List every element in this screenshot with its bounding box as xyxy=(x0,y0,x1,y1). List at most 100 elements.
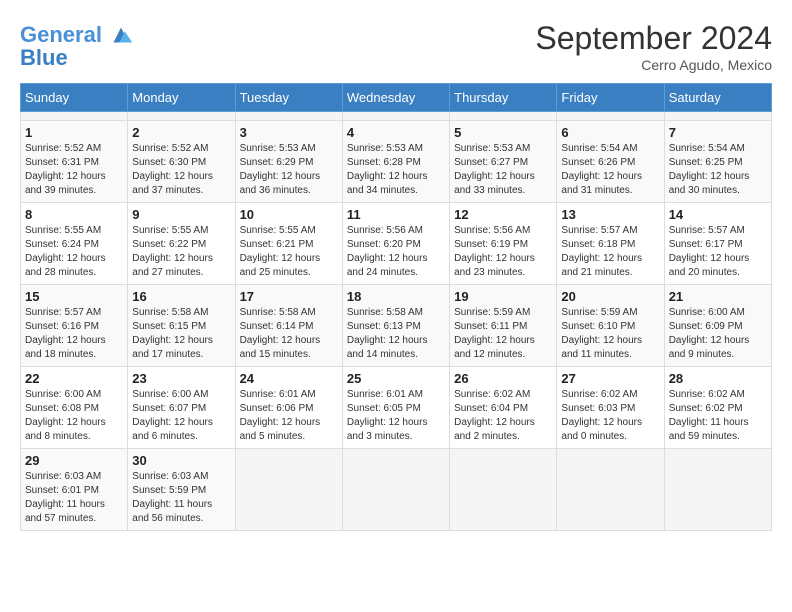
day-info: Sunrise: 5:53 AMSunset: 6:29 PMDaylight:… xyxy=(240,142,338,198)
calendar-cell: 27 Sunrise: 6:02 AMSunset: 6:03 PMDayligh… xyxy=(557,367,664,449)
calendar-cell xyxy=(664,449,771,531)
day-info: Sunrise: 5:56 AMSunset: 6:20 PMDaylight:… xyxy=(347,224,445,280)
day-info: Sunrise: 6:01 AMSunset: 6:06 PMDaylight:… xyxy=(240,388,338,444)
logo: General Blue xyxy=(20,20,136,70)
logo-text: General xyxy=(20,23,102,47)
day-info: Sunrise: 6:02 AMSunset: 6:02 PMDaylight:… xyxy=(669,388,767,444)
calendar-cell: 4Sunrise: 5:53 AMSunset: 6:28 PMDaylight… xyxy=(342,121,449,203)
day-info: Sunrise: 5:57 AMSunset: 6:16 PMDaylight:… xyxy=(25,306,123,362)
day-number: 30 xyxy=(132,453,230,468)
calendar-cell: 1Sunrise: 5:52 AMSunset: 6:31 PMDaylight… xyxy=(21,121,128,203)
calendar-cell: 9 Sunrise: 5:55 AMSunset: 6:22 PMDaylight… xyxy=(128,203,235,285)
day-number: 26 xyxy=(454,371,552,386)
calendar-cell: 6Sunrise: 5:54 AMSunset: 6:26 PMDaylight… xyxy=(557,121,664,203)
day-number: 19 xyxy=(454,289,552,304)
calendar-cell: 11 Sunrise: 5:56 AMSunset: 6:20 PMDayligh… xyxy=(342,203,449,285)
calendar-cell: 28 Sunrise: 6:02 AMSunset: 6:02 PMDayligh… xyxy=(664,367,771,449)
header-sunday: Sunday xyxy=(21,84,128,112)
day-info: Sunrise: 6:00 AMSunset: 6:08 PMDaylight:… xyxy=(25,388,123,444)
header-wednesday: Wednesday xyxy=(342,84,449,112)
day-number: 8 xyxy=(25,207,123,222)
header-thursday: Thursday xyxy=(450,84,557,112)
day-number: 21 xyxy=(669,289,767,304)
day-number: 16 xyxy=(132,289,230,304)
day-number: 13 xyxy=(561,207,659,222)
week-row-5: 29Sunrise: 6:03 AMSunset: 6:01 PMDayligh… xyxy=(21,449,772,531)
day-info: Sunrise: 5:54 AMSunset: 6:26 PMDaylight:… xyxy=(561,142,659,198)
calendar-cell: 3 Sunrise: 5:53 AMSunset: 6:29 PMDaylight… xyxy=(235,121,342,203)
calendar-cell: 18Sunrise: 5:58 AMSunset: 6:13 PMDayligh… xyxy=(342,285,449,367)
day-number: 17 xyxy=(240,289,338,304)
day-number: 27 xyxy=(561,371,659,386)
day-info: Sunrise: 5:57 AMSunset: 6:17 PMDaylight:… xyxy=(669,224,767,280)
day-info: Sunrise: 5:58 AMSunset: 6:15 PMDaylight:… xyxy=(132,306,230,362)
calendar-cell: 22 Sunrise: 6:00 AMSunset: 6:08 PMDayligh… xyxy=(21,367,128,449)
day-number: 10 xyxy=(240,207,338,222)
day-info: Sunrise: 5:56 AMSunset: 6:19 PMDaylight:… xyxy=(454,224,552,280)
day-number: 7 xyxy=(669,125,767,140)
day-info: Sunrise: 5:55 AMSunset: 6:24 PMDaylight:… xyxy=(25,224,123,280)
header-tuesday: Tuesday xyxy=(235,84,342,112)
day-info: Sunrise: 6:03 AMSunset: 5:59 PMDaylight:… xyxy=(132,470,230,526)
title-block: September 2024 Cerro Agudo, Mexico xyxy=(535,20,772,73)
calendar-cell: 24 Sunrise: 6:01 AMSunset: 6:06 PMDayligh… xyxy=(235,367,342,449)
day-info: Sunrise: 5:55 AMSunset: 6:21 PMDaylight:… xyxy=(240,224,338,280)
calendar-cell xyxy=(557,112,664,121)
calendar-cell: 5 Sunrise: 5:53 AMSunset: 6:27 PMDaylight… xyxy=(450,121,557,203)
week-row-1: 1Sunrise: 5:52 AMSunset: 6:31 PMDaylight… xyxy=(21,121,772,203)
calendar-cell: 12Sunrise: 5:56 AMSunset: 6:19 PMDayligh… xyxy=(450,203,557,285)
location: Cerro Agudo, Mexico xyxy=(535,57,772,73)
month-title: September 2024 xyxy=(535,20,772,57)
calendar-cell xyxy=(450,112,557,121)
day-info: Sunrise: 5:59 AMSunset: 6:10 PMDaylight:… xyxy=(561,306,659,362)
page-header: General Blue September 2024 Cerro Agudo,… xyxy=(20,20,772,73)
calendar-cell: 10 Sunrise: 5:55 AMSunset: 6:21 PMDayligh… xyxy=(235,203,342,285)
day-number: 2 xyxy=(132,125,230,140)
day-info: Sunrise: 5:57 AMSunset: 6:18 PMDaylight:… xyxy=(561,224,659,280)
day-number: 25 xyxy=(347,371,445,386)
day-info: Sunrise: 6:02 AMSunset: 6:04 PMDaylight:… xyxy=(454,388,552,444)
day-number: 4 xyxy=(347,125,445,140)
calendar-cell: 26 Sunrise: 6:02 AMSunset: 6:04 PMDayligh… xyxy=(450,367,557,449)
day-number: 11 xyxy=(347,207,445,222)
calendar-cell: 17Sunrise: 5:58 AMSunset: 6:14 PMDayligh… xyxy=(235,285,342,367)
calendar-cell: 13 Sunrise: 5:57 AMSunset: 6:18 PMDayligh… xyxy=(557,203,664,285)
day-info: Sunrise: 5:55 AMSunset: 6:22 PMDaylight:… xyxy=(132,224,230,280)
calendar-cell: 15 Sunrise: 5:57 AMSunset: 6:16 PMDayligh… xyxy=(21,285,128,367)
calendar-cell: 29Sunrise: 6:03 AMSunset: 6:01 PMDayligh… xyxy=(21,449,128,531)
day-number: 23 xyxy=(132,371,230,386)
day-number: 3 xyxy=(240,125,338,140)
header-friday: Friday xyxy=(557,84,664,112)
day-number: 18 xyxy=(347,289,445,304)
day-number: 20 xyxy=(561,289,659,304)
day-info: Sunrise: 5:53 AMSunset: 6:27 PMDaylight:… xyxy=(454,142,552,198)
calendar-cell: 25Sunrise: 6:01 AMSunset: 6:05 PMDayligh… xyxy=(342,367,449,449)
calendar-cell: 21 Sunrise: 6:00 AMSunset: 6:09 PMDayligh… xyxy=(664,285,771,367)
header-monday: Monday xyxy=(128,84,235,112)
calendar-cell xyxy=(342,449,449,531)
day-number: 5 xyxy=(454,125,552,140)
calendar-cell xyxy=(664,112,771,121)
calendar-table: SundayMondayTuesdayWednesdayThursdayFrid… xyxy=(20,83,772,531)
calendar-cell xyxy=(342,112,449,121)
calendar-cell: 14Sunrise: 5:57 AMSunset: 6:17 PMDayligh… xyxy=(664,203,771,285)
week-row-4: 22 Sunrise: 6:00 AMSunset: 6:08 PMDayligh… xyxy=(21,367,772,449)
calendar-cell: 19Sunrise: 5:59 AMSunset: 6:11 PMDayligh… xyxy=(450,285,557,367)
day-number: 1 xyxy=(25,125,123,140)
day-number: 28 xyxy=(669,371,767,386)
day-number: 24 xyxy=(240,371,338,386)
calendar-cell: 2Sunrise: 5:52 AMSunset: 6:30 PMDaylight… xyxy=(128,121,235,203)
day-info: Sunrise: 6:00 AMSunset: 6:09 PMDaylight:… xyxy=(669,306,767,362)
day-number: 9 xyxy=(132,207,230,222)
day-number: 22 xyxy=(25,371,123,386)
week-row-2: 8 Sunrise: 5:55 AMSunset: 6:24 PMDaylight… xyxy=(21,203,772,285)
week-row-0 xyxy=(21,112,772,121)
calendar-cell xyxy=(450,449,557,531)
day-number: 15 xyxy=(25,289,123,304)
calendar-cell: 20 Sunrise: 5:59 AMSunset: 6:10 PMDayligh… xyxy=(557,285,664,367)
day-info: Sunrise: 6:02 AMSunset: 6:03 PMDaylight:… xyxy=(561,388,659,444)
header-saturday: Saturday xyxy=(664,84,771,112)
logo-icon xyxy=(106,20,136,50)
day-info: Sunrise: 6:03 AMSunset: 6:01 PMDaylight:… xyxy=(25,470,123,526)
calendar-header-row: SundayMondayTuesdayWednesdayThursdayFrid… xyxy=(21,84,772,112)
